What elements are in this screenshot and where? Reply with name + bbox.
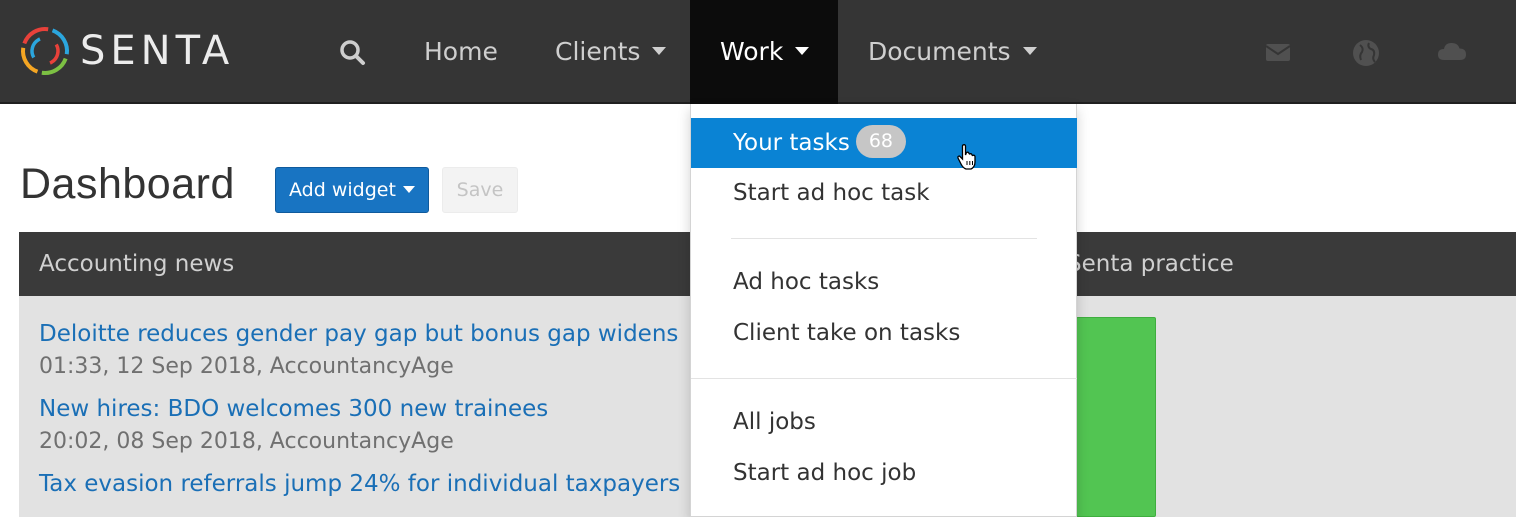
senta-practice-title: Senta practice bbox=[1067, 251, 1234, 277]
brand-name: SENTA bbox=[80, 28, 235, 74]
menu-item-your-tasks[interactable]: Your tasks 68 bbox=[691, 118, 1077, 168]
menu-item-start-ad-hoc-job[interactable]: Start ad hoc job bbox=[691, 448, 1077, 498]
menu-item-start-ad-hoc-task[interactable]: Start ad hoc task bbox=[691, 168, 1077, 218]
news-list: Deloitte reduces gender pay gap but bonu… bbox=[39, 318, 739, 510]
news-link[interactable]: New hires: BDO welcomes 300 new trainees bbox=[39, 393, 739, 425]
nav-documents-label: Documents bbox=[868, 37, 1011, 66]
add-widget-button[interactable]: Add widget bbox=[275, 167, 429, 213]
news-link[interactable]: Deloitte reduces gender pay gap but bonu… bbox=[39, 318, 739, 350]
nav-documents[interactable]: Documents bbox=[868, 0, 1037, 104]
nav-home[interactable]: Home bbox=[424, 0, 498, 104]
chevron-down-icon bbox=[1022, 47, 1037, 55]
accounting-news-title: Accounting news bbox=[39, 251, 235, 277]
practice-chart-bar bbox=[1076, 317, 1156, 517]
page-title: Dashboard bbox=[20, 160, 235, 208]
add-widget-label: Add widget bbox=[289, 179, 396, 201]
globe-icon[interactable] bbox=[1351, 38, 1381, 72]
work-dropdown-menu: Your tasks 68 Start ad hoc task Ad hoc ta… bbox=[690, 104, 1077, 517]
news-link[interactable]: Tax evasion referrals jump 24% for indiv… bbox=[39, 468, 739, 500]
news-item: Deloitte reduces gender pay gap but bonu… bbox=[39, 318, 739, 383]
nav-home-label: Home bbox=[424, 37, 498, 66]
nav-clients-label: Clients bbox=[555, 37, 641, 66]
chevron-down-icon bbox=[795, 47, 810, 55]
top-navbar: SENTA Home Clients Work Documents bbox=[0, 0, 1516, 104]
news-item: New hires: BDO welcomes 300 new trainees… bbox=[39, 393, 739, 458]
menu-item-your-tasks-label: Your tasks bbox=[733, 130, 850, 156]
news-item: Tax evasion referrals jump 24% for indiv… bbox=[39, 468, 739, 500]
search-icon[interactable] bbox=[338, 38, 368, 68]
save-button: Save bbox=[442, 167, 518, 213]
menu-item-ad-hoc-tasks[interactable]: Ad hoc tasks bbox=[691, 257, 1077, 307]
cloud-icon[interactable] bbox=[1436, 38, 1468, 70]
task-count-badge: 68 bbox=[855, 125, 906, 158]
chevron-down-icon bbox=[402, 186, 415, 193]
chevron-down-icon bbox=[652, 47, 667, 55]
news-meta: 20:02, 08 Sep 2018, AccountancyAge bbox=[39, 429, 454, 454]
senta-logo-icon bbox=[21, 27, 69, 75]
senta-logo[interactable]: SENTA bbox=[18, 24, 278, 78]
nav-work-label: Work bbox=[720, 37, 784, 66]
envelope-icon[interactable] bbox=[1264, 38, 1292, 70]
nav-clients[interactable]: Clients bbox=[555, 0, 667, 104]
menu-item-client-take-on-tasks[interactable]: Client take on tasks bbox=[691, 308, 1077, 358]
menu-divider bbox=[691, 378, 1077, 379]
hand-cursor-icon bbox=[956, 143, 978, 175]
nav-work[interactable]: Work bbox=[690, 0, 838, 104]
menu-item-all-jobs[interactable]: All jobs bbox=[691, 397, 1077, 447]
news-meta: 01:33, 12 Sep 2018, AccountancyAge bbox=[39, 354, 454, 379]
menu-divider bbox=[731, 238, 1037, 239]
